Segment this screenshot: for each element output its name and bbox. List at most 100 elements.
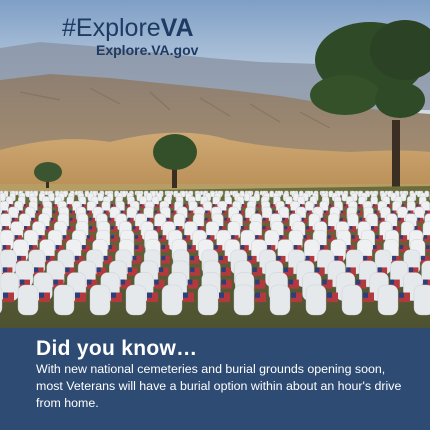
flag-canton [240, 226, 244, 230]
flag-canton [89, 217, 92, 221]
flag-canton [327, 235, 331, 239]
flag-canton [340, 217, 343, 221]
flag-canton [3, 292, 8, 298]
flag-canton [45, 226, 49, 230]
flag-canton [108, 245, 113, 249]
flag-canton [197, 226, 201, 230]
flag-canton [127, 267, 132, 272]
flag-canton [425, 210, 428, 213]
flag-canton [108, 217, 112, 221]
headstone [17, 284, 39, 316]
flag-canton [398, 217, 401, 221]
flag-canton [183, 292, 188, 298]
headstone [269, 284, 291, 316]
flag-canton [219, 292, 224, 298]
flag-canton [346, 245, 351, 249]
flag-canton [240, 245, 245, 249]
headstone [48, 192, 55, 202]
flag-canton [103, 210, 106, 213]
flag-canton [291, 292, 296, 298]
headstone [195, 192, 202, 202]
flag-canton [425, 245, 430, 249]
flag-canton [329, 204, 332, 207]
headstone [89, 284, 111, 316]
flag-canton [62, 235, 66, 239]
flag-canton [306, 210, 310, 213]
flag-canton [140, 204, 143, 207]
flag-canton [14, 235, 18, 239]
info-panel: Did you know… With new national cemeteri… [0, 328, 430, 430]
flag-canton [241, 204, 244, 207]
flag-canton [86, 235, 90, 239]
flag-canton [301, 217, 305, 221]
flag-canton [158, 235, 163, 239]
flag-canton [262, 226, 266, 230]
flag-canton [408, 210, 411, 213]
headstone [44, 190, 49, 196]
website-url: Explore.VA.gov [96, 42, 199, 58]
flag-canton [127, 217, 131, 221]
flag-canton [154, 226, 158, 230]
flag-canton [2, 210, 5, 213]
headstone [377, 284, 399, 316]
flag-canton [169, 204, 172, 207]
headstone [210, 190, 216, 198]
flag-canton [204, 217, 208, 221]
flag-canton [212, 204, 215, 207]
flag-canton [346, 267, 351, 272]
flag-canton [147, 292, 152, 298]
flag-canton [175, 226, 179, 230]
flag-canton [314, 204, 317, 207]
flag-canton [111, 292, 116, 298]
flag-canton [187, 279, 193, 285]
flag-canton [349, 226, 353, 230]
flag-canton [158, 267, 164, 272]
panel-heading: Did you know… [36, 337, 198, 360]
flag-canton [256, 204, 259, 207]
flag-canton [65, 267, 70, 272]
flag-canton [221, 279, 226, 285]
flag-canton [423, 279, 428, 285]
headstone [233, 284, 255, 316]
flag-canton [224, 217, 227, 221]
headstone [197, 284, 219, 316]
flag-canton [183, 204, 186, 207]
flag-canton [50, 217, 54, 221]
flag-canton [187, 245, 192, 249]
flag-canton [399, 292, 404, 298]
flag-canton [96, 267, 101, 272]
flag-canton [372, 204, 375, 207]
flag-canton [81, 245, 86, 249]
flag-canton [399, 245, 404, 249]
flag-canton [327, 292, 332, 298]
flag-canton [53, 279, 58, 285]
flag-canton [389, 279, 395, 285]
infographic-card: #ExploreVA Explore.VA.gov Did you know… … [0, 0, 430, 430]
flag-canton [96, 204, 99, 207]
flag-canton [262, 217, 266, 221]
flag-canton [323, 210, 326, 213]
flag-canton [52, 204, 55, 207]
flag-canton [120, 279, 126, 285]
flag-canton [125, 204, 128, 207]
flag-canton [285, 204, 288, 207]
headstone [53, 284, 75, 316]
flag-canton [29, 245, 33, 249]
brand-block: #ExploreVA Explore.VA.gov [62, 14, 198, 58]
headstone [243, 192, 250, 202]
flag-canton [19, 210, 22, 213]
flag-canton [183, 235, 187, 239]
flag-canton [387, 204, 390, 207]
flag-canton [198, 204, 201, 207]
flag-canton [288, 279, 294, 285]
flag-canton [420, 255, 425, 261]
flag-canton [276, 255, 281, 261]
flag-canton [351, 235, 355, 239]
flag-canton [417, 217, 420, 221]
flag-canton [392, 226, 396, 230]
flag-canton [86, 210, 90, 213]
headstone [269, 190, 275, 198]
flag-canton [19, 279, 25, 285]
flag-canton [363, 255, 368, 261]
flag-canton [375, 235, 379, 239]
